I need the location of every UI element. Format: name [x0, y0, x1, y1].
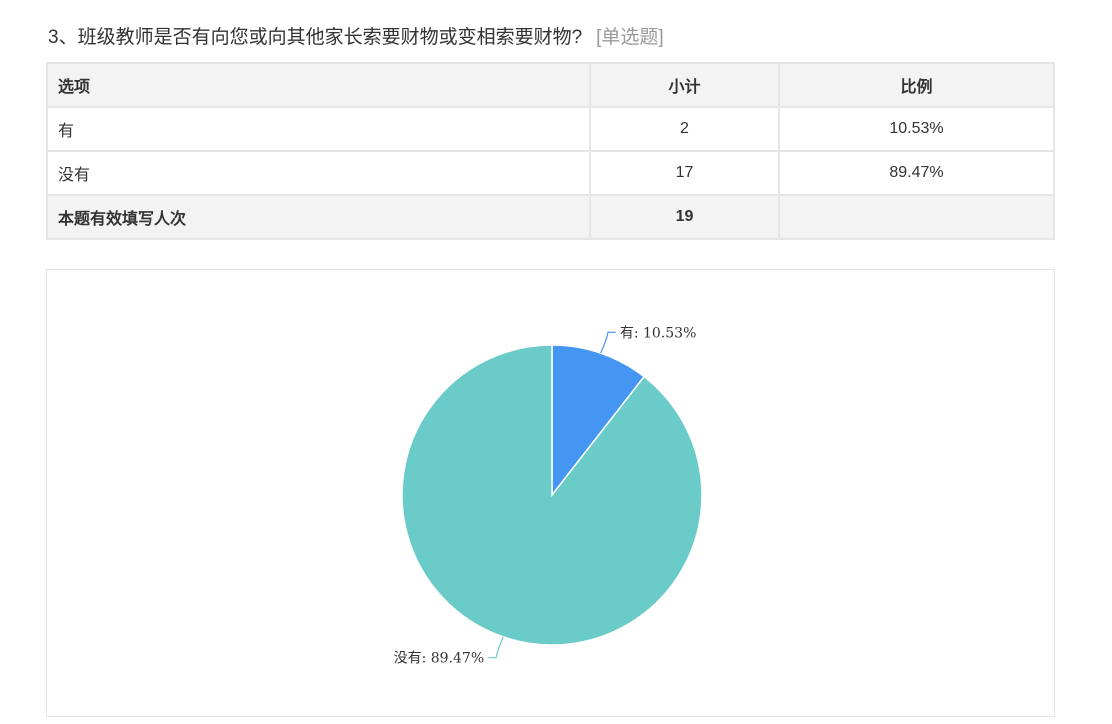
total-percent [778, 194, 1055, 240]
row-option: 有 [46, 106, 591, 152]
table-row: 没有 17 89.47% [46, 150, 1055, 196]
pie-chart: 有: 10.53% 没有: 89.47% [394, 325, 703, 667]
table-total-row: 本题有效填写人次 19 [46, 194, 1055, 240]
header-percent: 比例 [778, 62, 1055, 108]
question-type-label: [单选题] [596, 27, 664, 48]
pie-leader-line-0 [600, 331, 616, 354]
pie-slice-1 [401, 344, 703, 646]
row-percent: 10.53% [778, 106, 1055, 152]
total-label: 本题有效填写人次 [46, 194, 591, 240]
row-count: 17 [589, 150, 780, 196]
header-count: 小计 [589, 62, 780, 108]
pie-slice-label-0: 有: 10.53% [620, 325, 697, 341]
row-percent: 89.47% [778, 150, 1055, 196]
pie-chart-panel: 有: 10.53% 没有: 89.47% [46, 269, 1055, 717]
pie-slice-label-1: 没有: 89.47% [394, 651, 485, 667]
table-header-row: 选项 小计 比例 [46, 62, 1055, 108]
row-option: 没有 [46, 150, 591, 196]
question-text: 3、班级教师是否有向您或向其他家长索要财物或变相索要财物? [48, 27, 583, 48]
question-title: 3、班级教师是否有向您或向其他家长索要财物或变相索要财物? [单选题] [48, 22, 664, 49]
total-count: 19 [589, 194, 780, 240]
header-option: 选项 [46, 62, 591, 108]
table-row: 有 2 10.53% [46, 106, 1055, 152]
pie-leader-line-1 [488, 636, 504, 659]
result-table: 选项 小计 比例 有 2 10.53% 没有 17 89.47% 本题有效填写人… [46, 62, 1055, 240]
row-count: 2 [589, 106, 780, 152]
